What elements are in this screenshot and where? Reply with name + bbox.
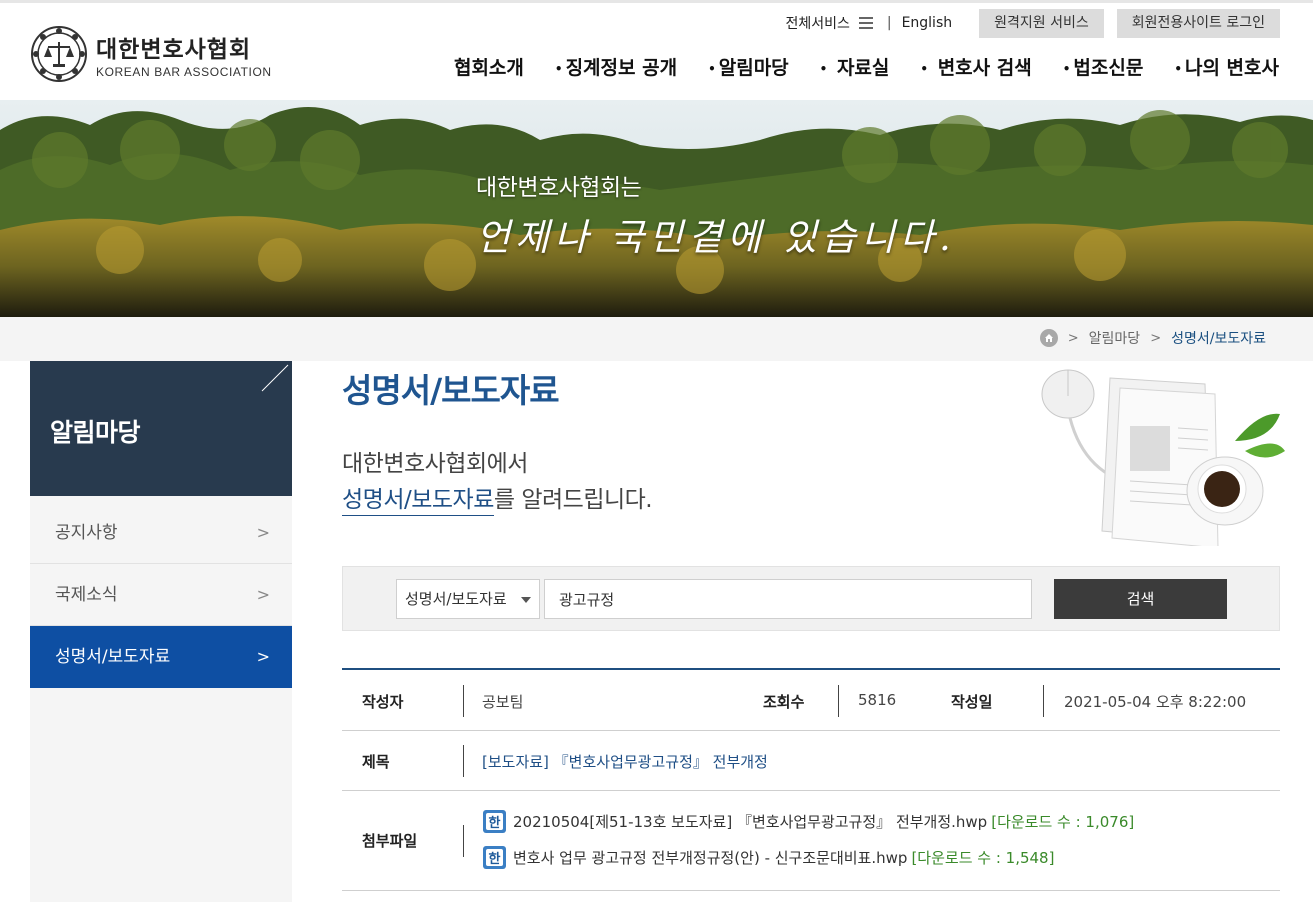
- search-panel: 성명서/보도자료 검색: [342, 566, 1280, 631]
- newspaper-coffee-illustration: [1041, 369, 1285, 546]
- attachment-filename[interactable]: 20210504[제51-13호 보도자료] 『변호사업무광고규정』 전부개정.…: [513, 811, 987, 832]
- logo-korean-text: 대한변호사협회: [96, 36, 252, 63]
- gnb-bullet: •: [708, 61, 716, 76]
- decorative-slash-icon: [261, 364, 289, 392]
- column-divider: [463, 745, 464, 777]
- page-title: 성명서/보도자료: [342, 371, 560, 410]
- sidebar-item-press-release[interactable]: 성명서/보도자료 >: [30, 626, 292, 688]
- breadcrumb-item-notices[interactable]: 알림마당: [1089, 328, 1141, 348]
- gnb-bullet: •: [1174, 61, 1182, 76]
- search-input[interactable]: [544, 579, 1032, 619]
- all-services-link[interactable]: 전체서비스: [785, 13, 873, 33]
- views-value: 5816: [858, 691, 897, 709]
- sidebar-item-label: 성명서/보도자료: [55, 647, 171, 667]
- breadcrumb-item-current[interactable]: 성명서/보도자료: [1171, 328, 1266, 348]
- gnb-item-library[interactable]: • 자료실: [820, 53, 890, 80]
- breadcrumb-bar: > 알림마당 > 성명서/보도자료: [0, 317, 1313, 361]
- gnb-item-about[interactable]: 협회소개: [454, 53, 524, 80]
- category-select[interactable]: 성명서/보도자료: [396, 579, 540, 619]
- post-subject-row: 제목 [보도자료] 『변호사업무광고규정』 전부개정: [342, 731, 1280, 791]
- breadcrumb: > 알림마당 > 성명서/보도자료: [1039, 328, 1266, 348]
- gnb-label: 자료실: [836, 57, 890, 79]
- gnb-label: 변호사 검색: [937, 57, 1032, 79]
- side-nav-title: 알림마당: [50, 418, 141, 447]
- side-nav-header: 알림마당: [30, 361, 292, 496]
- views-label: 조회수: [763, 693, 805, 711]
- search-button[interactable]: 검색: [1054, 579, 1227, 619]
- site-logo[interactable]: 대한변호사협회 KOREAN BAR ASSOCIATION: [30, 25, 272, 83]
- page-intro-line1: 대한변호사협회에서: [342, 451, 528, 477]
- sidebar-item-notice[interactable]: 공지사항 >: [30, 502, 292, 564]
- gnb-bullet: •: [819, 61, 828, 76]
- gnb-bullet: •: [1062, 61, 1071, 76]
- utility-separator: |: [886, 15, 892, 31]
- gnb-label: 법조신문: [1073, 57, 1144, 79]
- chevron-right-icon: >: [256, 647, 270, 666]
- member-login-button[interactable]: 회원전용사이트 로그인: [1116, 8, 1280, 38]
- post-detail-table: 작성자 공보팀 조회수 5816 작성일 2021-05-04 오후 8:22:…: [342, 668, 1280, 891]
- attachment-item[interactable]: 한 변호사 업무 광고규정 전부개정규정(안) - 신구조문대비표.hwp [다…: [482, 845, 1054, 870]
- subject-label: 제목: [362, 753, 390, 771]
- english-link[interactable]: English: [902, 15, 953, 31]
- gnb-label: 징계정보 공개: [565, 57, 678, 79]
- attachment-download-count: [다운로드 수 : 1,076]: [991, 813, 1135, 831]
- gnb-item-lawyer-search[interactable]: • 변호사 검색: [920, 53, 1031, 80]
- column-divider: [1043, 685, 1044, 717]
- hero-banner: 대한변호사협회는 언제나 국민곁에 있습니다.: [0, 100, 1313, 317]
- chevron-right-icon: >: [256, 523, 270, 542]
- page-intro-line2: 성명서/보도자료를 알려드립니다.: [342, 480, 653, 516]
- caret-down-icon: [521, 597, 531, 603]
- all-services-label: 전체서비스: [785, 16, 850, 32]
- gnb-label: 협회소개: [453, 57, 524, 79]
- gnb-label: 알림마당: [718, 57, 789, 79]
- gnb-item-notices[interactable]: • 알림마당: [708, 53, 789, 80]
- chevron-right-icon: >: [256, 585, 270, 604]
- banner-headline-small: 대한변호사협회는: [476, 175, 642, 201]
- attachments-label: 첨부파일: [362, 832, 418, 850]
- home-icon[interactable]: [1039, 329, 1058, 347]
- attachment-filename[interactable]: 변호사 업무 광고규정 전부개정규정(안) - 신구조문대비표.hwp: [513, 847, 907, 868]
- author-value: 공보팀: [482, 693, 524, 711]
- svg-text:한: 한: [489, 851, 501, 867]
- breadcrumb-separator: >: [1067, 330, 1079, 346]
- svg-text:한: 한: [489, 815, 501, 831]
- author-label: 작성자: [362, 693, 404, 711]
- post-meta-row: 작성자 공보팀 조회수 5816 작성일 2021-05-04 오후 8:22:…: [342, 670, 1280, 731]
- side-nav-list: 공지사항 > 국제소식 > 성명서/보도자료 >: [30, 502, 292, 688]
- logo-english-text: KOREAN BAR ASSOCIATION: [96, 64, 272, 79]
- attachment-item[interactable]: 한 20210504[제51-13호 보도자료] 『변호사업무광고규정』 전부개…: [482, 809, 1134, 834]
- hwp-file-icon: 한: [483, 846, 506, 869]
- utility-bar: 전체서비스 | English 원격지원 서비스 회원전용사이트 로그인: [785, 8, 1280, 38]
- gnb-item-my-lawyer[interactable]: • 나의 변호사: [1174, 53, 1279, 80]
- site-header: 대한변호사협회 KOREAN BAR ASSOCIATION 전체서비스 | E…: [0, 0, 1313, 100]
- remote-support-button[interactable]: 원격지원 서비스: [979, 8, 1104, 38]
- gnb-bullet: •: [554, 61, 563, 76]
- hamburger-menu-icon: [858, 14, 873, 32]
- category-select-value: 성명서/보도자료: [405, 590, 507, 608]
- sidebar-item-international[interactable]: 국제소식 >: [30, 564, 292, 626]
- column-divider: [838, 685, 839, 717]
- page-intro-rest: 를 알려드립니다.: [493, 487, 653, 513]
- hwp-file-icon: 한: [483, 810, 506, 833]
- bar-association-emblem-icon: [31, 26, 87, 82]
- side-navigation: 알림마당 공지사항 > 국제소식 > 성명서/보도자료 >: [30, 361, 292, 902]
- subject-value: [보도자료] 『변호사업무광고규정』 전부개정: [482, 753, 768, 771]
- gnb-bullet: •: [920, 61, 929, 76]
- page-intro-highlight: 성명서/보도자료: [342, 487, 494, 516]
- sidebar-item-label: 공지사항: [55, 523, 118, 543]
- main-navigation: 협회소개 • 징계정보 공개 • 알림마당 • 자료실 • 변호사 검색 • 법조신문…: [454, 53, 1279, 80]
- column-divider: [463, 685, 464, 717]
- attachment-download-count: [다운로드 수 : 1,548]: [911, 849, 1055, 867]
- post-attachments-row: 첨부파일 한 20210504[제51-13호 보도자료] 『변호사업무광고규정…: [342, 791, 1280, 891]
- column-divider: [463, 825, 464, 857]
- date-value: 2021-05-04 오후 8:22:00: [1064, 693, 1247, 711]
- gnb-item-legal-news[interactable]: • 법조신문: [1063, 53, 1144, 80]
- breadcrumb-separator: >: [1150, 330, 1162, 346]
- sidebar-item-label: 국제소식: [55, 585, 118, 605]
- date-label: 작성일: [951, 693, 993, 711]
- gnb-item-discipline[interactable]: • 징계정보 공개: [555, 53, 677, 80]
- banner-headline-large: 언제나 국민곁에 있습니다.: [476, 216, 956, 259]
- gnb-label: 나의 변호사: [1184, 57, 1279, 79]
